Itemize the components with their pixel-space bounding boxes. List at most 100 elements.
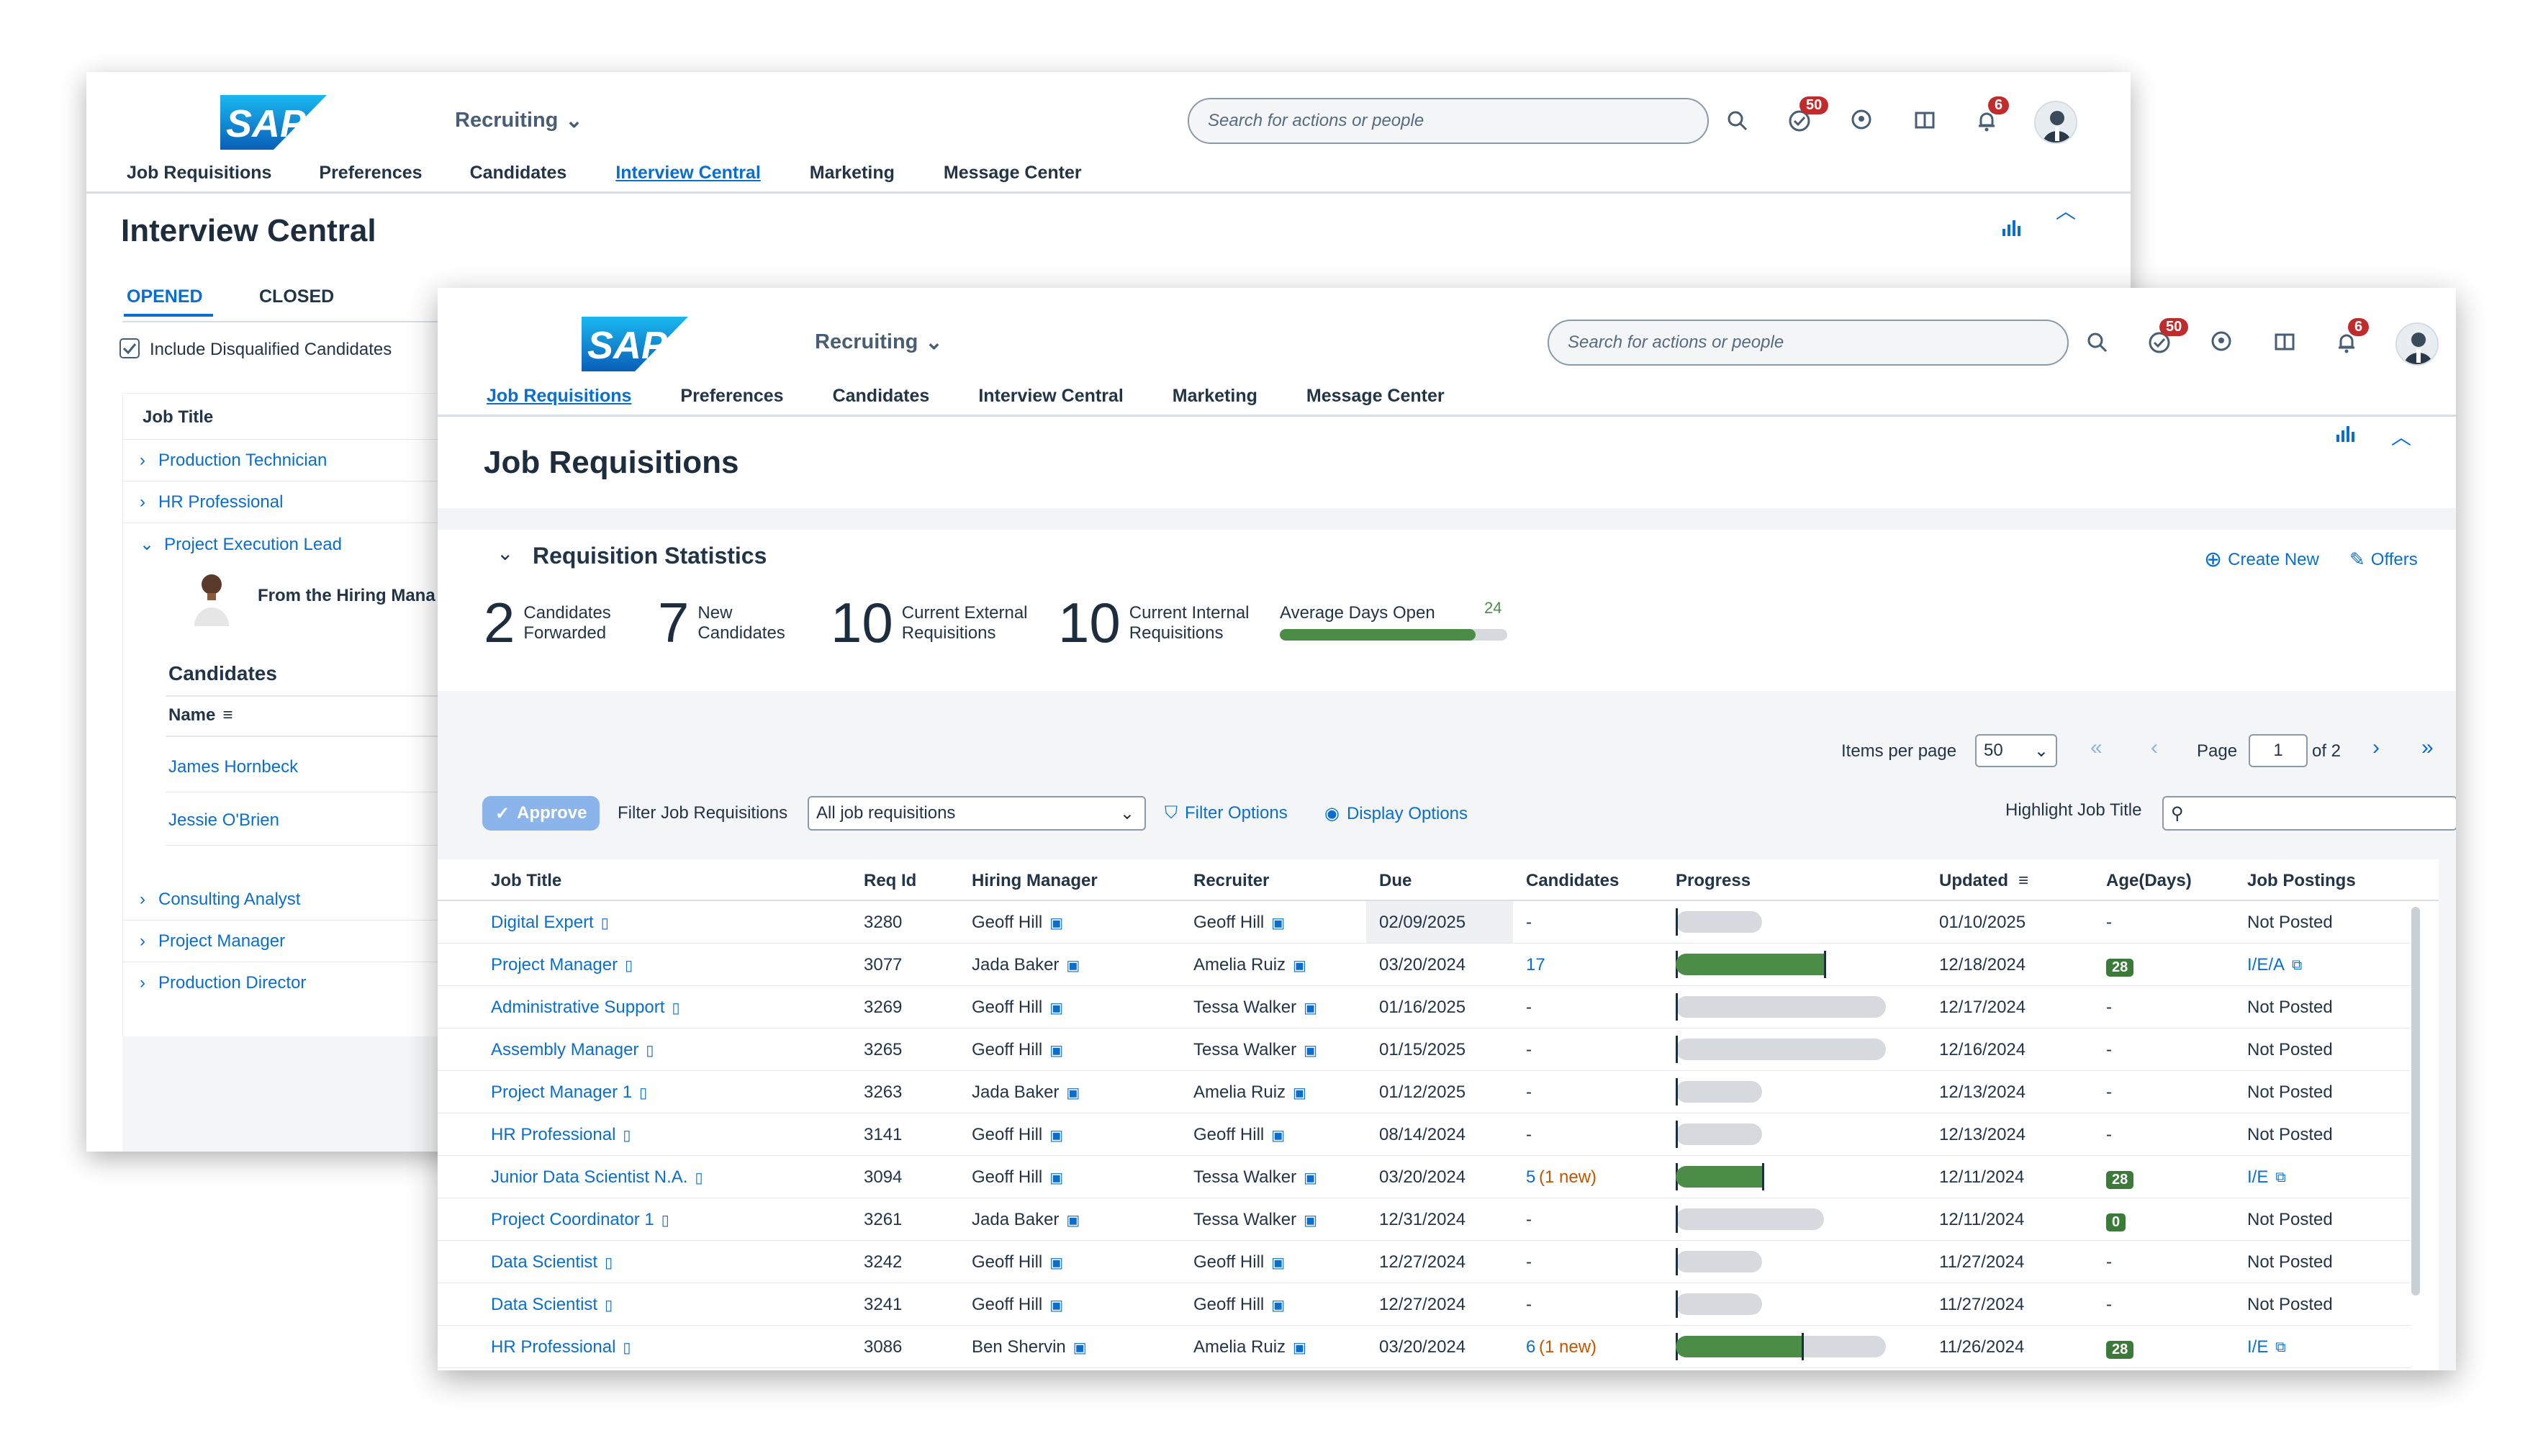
nav-preferences[interactable]: Preferences — [680, 386, 783, 407]
document-icon[interactable]: ▯ — [605, 1296, 613, 1314]
contact-card-icon[interactable]: ▣ — [1049, 1169, 1063, 1187]
stats-collapse-icon[interactable]: ⌄ — [497, 541, 513, 565]
user-avatar[interactable] — [2034, 101, 2077, 144]
contact-card-icon[interactable]: ▣ — [1293, 1084, 1306, 1102]
todo-icon[interactable]: 50 — [2144, 318, 2189, 358]
document-icon[interactable]: ▯ — [623, 1126, 631, 1144]
job-title-link[interactable]: Project Manager ▯ — [491, 955, 633, 975]
sap-logo[interactable]: SAP — [220, 95, 327, 150]
job-posting[interactable]: I/E/A ⧉ — [2247, 955, 2302, 975]
sap-logo[interactable]: SAP — [582, 317, 688, 371]
candidate-count[interactable]: 5 — [1526, 1167, 1535, 1188]
job-item-hr-professional[interactable]: › HR Professional — [140, 492, 283, 512]
nav-candidates[interactable]: Candidates — [470, 163, 567, 184]
table-row[interactable]: Project Manager 1 ▯ 3263 Jada Baker ▣ Amelia … — [438, 1071, 2410, 1113]
chart-icon[interactable] — [2335, 422, 2357, 447]
candidate-count[interactable]: 17 — [1526, 955, 1545, 975]
contact-card-icon[interactable]: ▣ — [1049, 999, 1063, 1017]
contact-card-icon[interactable]: ▣ — [1049, 1041, 1063, 1059]
job-item-production-director[interactable]: › Production Director — [140, 973, 306, 993]
column-header[interactable]: Job Title — [491, 871, 561, 891]
column-header[interactable]: Due — [1379, 871, 1412, 891]
document-icon[interactable]: ▯ — [623, 1339, 631, 1357]
document-icon[interactable]: ▯ — [639, 1084, 647, 1102]
job-title-link[interactable]: Data Scientist ▯ — [491, 1295, 613, 1315]
nav-marketing[interactable]: Marketing — [810, 163, 895, 184]
contact-card-icon[interactable]: ▣ — [1049, 1254, 1063, 1272]
todo-icon[interactable]: 50 — [1784, 96, 1829, 137]
candidate-link[interactable]: James Hornbeck — [168, 757, 298, 777]
document-icon[interactable]: ▯ — [695, 1169, 703, 1187]
contact-card-icon[interactable]: ▣ — [1271, 1254, 1285, 1272]
create-new-button[interactable]: ⊕ Create New — [2204, 547, 2319, 572]
job-posting[interactable]: I/E ⧉ — [2247, 1167, 2286, 1188]
contact-card-icon[interactable]: ▣ — [1271, 1126, 1285, 1144]
contact-card-icon[interactable]: ▣ — [1304, 1041, 1317, 1059]
candidate-count[interactable]: 6 — [1526, 1337, 1535, 1357]
table-row[interactable]: HR Professional ▯ 3086 Ben Shervin ▣ Amelia R… — [438, 1326, 2410, 1368]
menu-title[interactable]: Recruiting ⌄ — [815, 330, 943, 355]
collapse-icon[interactable]: ︿ — [2391, 422, 2411, 451]
nav-job-requisitions[interactable]: Job Requisitions — [127, 163, 271, 184]
contact-card-icon[interactable]: ▣ — [1049, 914, 1063, 932]
menu-title[interactable]: Recruiting ⌄ — [455, 108, 583, 133]
contact-card-icon[interactable]: ▣ — [1049, 1126, 1063, 1144]
contact-card-icon[interactable]: ▣ — [1304, 1211, 1317, 1229]
last-page-icon[interactable]: » — [2421, 736, 2434, 760]
nav-interview-central[interactable]: Interview Central — [615, 163, 760, 184]
nav-interview-central[interactable]: Interview Central — [978, 386, 1123, 407]
new-candidates[interactable]: (1 new) — [1539, 1167, 1597, 1188]
column-header[interactable]: Req Id — [864, 871, 916, 891]
contact-card-icon[interactable]: ▣ — [1271, 1296, 1285, 1314]
contact-card-icon[interactable]: ▣ — [1271, 914, 1285, 932]
table-row[interactable]: Digital Expert ▯ 3280 Geoff Hill ▣ Geoff Hill… — [438, 901, 2410, 944]
search-icon[interactable] — [2082, 327, 2113, 358]
nav-candidates[interactable]: Candidates — [833, 386, 930, 407]
job-title-link[interactable]: HR Professional ▯ — [491, 1337, 631, 1357]
bell-icon[interactable]: 6 — [1971, 96, 2010, 137]
contact-card-icon[interactable]: ▣ — [1293, 957, 1306, 975]
user-avatar[interactable] — [2395, 322, 2439, 366]
assistant-icon[interactable] — [1846, 105, 1877, 137]
nav-preferences[interactable]: Preferences — [319, 163, 422, 184]
search-input[interactable]: Search for actions or people — [1188, 98, 1709, 144]
column-header[interactable]: Job Postings — [2247, 871, 2356, 891]
include-disqualified-checkbox[interactable] — [119, 338, 140, 358]
filter-select[interactable]: All job requisitions ⌄ — [808, 796, 1146, 831]
column-header[interactable]: Updated — [1939, 871, 2008, 891]
job-title-link[interactable]: Project Manager 1 ▯ — [491, 1082, 647, 1103]
job-item-consulting-analyst[interactable]: › Consulting Analyst — [140, 890, 300, 910]
contact-card-icon[interactable]: ▣ — [1304, 999, 1317, 1017]
tab-closed[interactable]: CLOSED — [259, 286, 334, 307]
sort-icon[interactable]: ≡ — [2018, 871, 2028, 891]
contact-card-icon[interactable]: ▣ — [1304, 1169, 1317, 1187]
table-scrollbar[interactable] — [2411, 907, 2420, 1296]
job-title-link[interactable]: HR Professional ▯ — [491, 1125, 631, 1145]
contact-card-icon[interactable]: ▣ — [1293, 1339, 1306, 1357]
next-page-icon[interactable]: › — [2372, 736, 2380, 760]
job-item-project-manager[interactable]: › Project Manager — [140, 931, 285, 951]
nav-job-requisitions[interactable]: Job Requisitions — [487, 386, 631, 407]
document-icon[interactable]: ▯ — [661, 1211, 669, 1229]
copy-icon[interactable]: ⧉ — [2275, 1170, 2285, 1186]
column-header[interactable]: Recruiter — [1193, 871, 1269, 891]
table-row[interactable]: Assembly Manager ▯ 3265 Geoff Hill ▣ Tessa Wa… — [438, 1028, 2410, 1071]
table-row[interactable]: Data Scientist ▯ 3242 Geoff Hill ▣ Geoff Hill… — [438, 1241, 2410, 1283]
contact-card-icon[interactable]: ▣ — [1049, 1296, 1063, 1314]
page-input[interactable]: 1 — [2249, 734, 2308, 767]
contact-card-icon[interactable]: ▣ — [1073, 1339, 1087, 1357]
column-header[interactable]: Candidates — [1526, 871, 1619, 891]
job-posting[interactable]: I/E ⧉ — [2247, 1337, 2286, 1357]
copy-icon[interactable]: ⧉ — [2292, 957, 2302, 974]
search-icon[interactable] — [1722, 105, 1753, 137]
table-row[interactable]: Data Scientist ▯ 3241 Geoff Hill ▣ Geoff Hill… — [438, 1283, 2410, 1326]
new-candidates[interactable]: (1 new) — [1539, 1337, 1597, 1357]
filter-options-button[interactable]: ⛉ Filter Options — [1165, 803, 1288, 823]
table-row[interactable]: Project Manager ▯ 3077 Jada Baker ▣ Amelia Ru… — [438, 944, 2410, 986]
items-per-page-select[interactable]: 50 ⌄ — [1975, 734, 2057, 767]
bell-icon[interactable]: 6 — [2331, 318, 2370, 358]
job-item-project-execution-lead[interactable]: ⌄ Project Execution Lead — [140, 534, 342, 555]
previous-page-icon[interactable]: ‹ — [2151, 736, 2158, 760]
job-title-link[interactable]: Data Scientist ▯ — [491, 1252, 613, 1272]
nav-message-center[interactable]: Message Center — [944, 163, 1082, 184]
